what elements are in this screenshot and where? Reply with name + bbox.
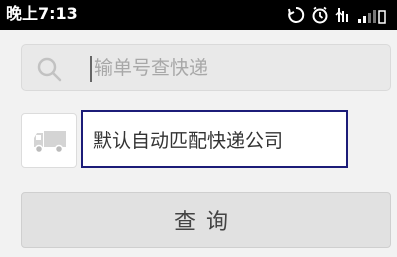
network-icon bbox=[335, 6, 351, 24]
status-icons bbox=[287, 5, 387, 25]
signal-icon bbox=[357, 6, 387, 24]
courier-company-label: 默认自动匹配快递公司 bbox=[93, 130, 284, 152]
search-box[interactable] bbox=[21, 44, 391, 91]
truck-icon bbox=[33, 129, 67, 159]
search-input[interactable] bbox=[94, 51, 384, 85]
courier-company-field[interactable]: 默认自动匹配快递公司 bbox=[81, 110, 348, 168]
query-button[interactable]: 查询 bbox=[21, 192, 391, 248]
sync-icon bbox=[287, 6, 305, 24]
status-bar: 晚上7:13 bbox=[0, 0, 397, 30]
courier-icon-box bbox=[21, 113, 77, 168]
search-icon bbox=[36, 56, 62, 86]
status-time: 晚上7:13 bbox=[6, 4, 78, 23]
alarm-icon bbox=[311, 6, 329, 24]
text-cursor bbox=[90, 56, 92, 82]
